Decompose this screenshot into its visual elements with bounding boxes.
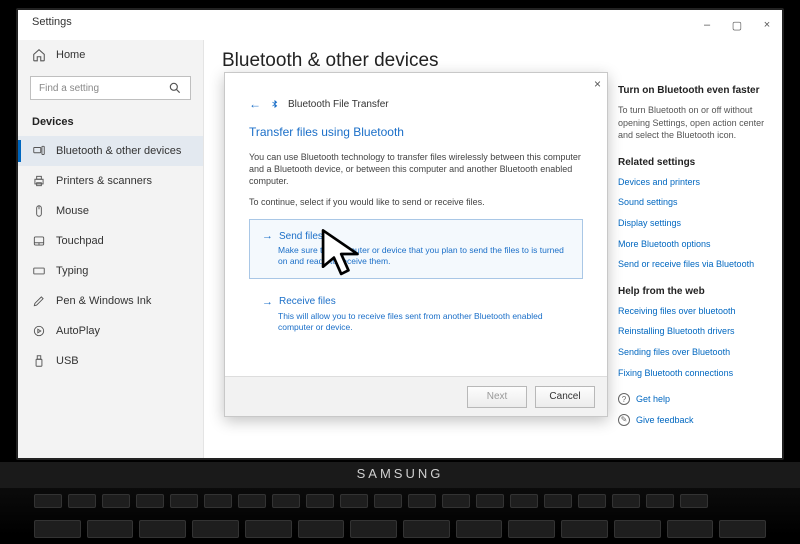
related-heading: Related settings bbox=[618, 156, 768, 170]
get-help-link[interactable]: ? Get help bbox=[618, 393, 768, 406]
dialog-close-button[interactable]: × bbox=[594, 77, 601, 91]
sidebar-item-printers[interactable]: Printers & scanners bbox=[18, 166, 203, 196]
sidebar-item-label: Typing bbox=[56, 265, 88, 277]
page-title: Bluetooth & other devices bbox=[222, 50, 782, 72]
link-send-receive-files[interactable]: Send or receive files via Bluetooth bbox=[618, 258, 768, 271]
sidebar-item-label: Printers & scanners bbox=[56, 175, 152, 187]
help-heading: Help from the web bbox=[618, 285, 768, 299]
sidebar-item-label: Pen & Windows Ink bbox=[56, 295, 151, 307]
sidebar-item-label: Mouse bbox=[56, 205, 89, 217]
printer-icon bbox=[32, 174, 46, 188]
devices-icon bbox=[32, 144, 46, 158]
dialog-heading: Transfer files using Bluetooth bbox=[249, 125, 583, 139]
right-pane: Turn on Bluetooth even faster To turn Bl… bbox=[618, 84, 768, 434]
link-sound-settings[interactable]: Sound settings bbox=[618, 196, 768, 209]
sidebar-item-pen[interactable]: Pen & Windows Ink bbox=[18, 286, 203, 316]
home-icon bbox=[32, 48, 46, 62]
tip-body: To turn Bluetooth on or off without open… bbox=[618, 104, 768, 142]
search-placeholder: Find a setting bbox=[39, 83, 99, 94]
keyboard-icon bbox=[32, 264, 46, 278]
help-link-send[interactable]: Sending files over Bluetooth bbox=[618, 346, 768, 359]
laptop-keyboard bbox=[0, 488, 800, 535]
dialog-wizard-name: Bluetooth File Transfer bbox=[288, 99, 389, 110]
link-display-settings[interactable]: Display settings bbox=[618, 217, 768, 230]
cursor-icon bbox=[314, 225, 372, 283]
mouse-icon bbox=[32, 204, 46, 218]
cancel-button[interactable]: Cancel bbox=[535, 386, 595, 408]
sidebar-item-bluetooth[interactable]: Bluetooth & other devices bbox=[18, 136, 203, 166]
sidebar-home-label: Home bbox=[56, 49, 85, 61]
arrow-right-icon: → bbox=[262, 230, 273, 242]
sidebar-item-mouse[interactable]: Mouse bbox=[18, 196, 203, 226]
option-description: This will allow you to receive files sen… bbox=[262, 311, 570, 333]
option-title: Receive files bbox=[279, 296, 336, 307]
sidebar-item-autoplay[interactable]: AutoPlay bbox=[18, 316, 203, 346]
dialog-instruction: To continue, select if you would like to… bbox=[249, 197, 583, 207]
usb-icon bbox=[32, 354, 46, 368]
question-icon: ? bbox=[618, 393, 630, 405]
pen-icon bbox=[32, 294, 46, 308]
sidebar-item-label: Touchpad bbox=[56, 235, 104, 247]
option-send-files[interactable]: → Send files Make sure the computer or d… bbox=[249, 219, 583, 278]
next-button[interactable]: Next bbox=[467, 386, 527, 408]
back-icon[interactable]: ← bbox=[249, 97, 261, 111]
give-feedback-link[interactable]: ✎ Give feedback bbox=[618, 414, 768, 427]
sidebar-item-label: Bluetooth & other devices bbox=[56, 145, 181, 157]
sidebar-nav: Bluetooth & other devices Printers & sca… bbox=[18, 136, 203, 376]
touchpad-icon bbox=[32, 234, 46, 248]
help-link-receive[interactable]: Receiving files over bluetooth bbox=[618, 305, 768, 318]
sidebar-item-label: USB bbox=[56, 355, 79, 367]
dialog-description: You can use Bluetooth technology to tran… bbox=[249, 151, 583, 187]
sidebar-home[interactable]: Home bbox=[18, 40, 203, 70]
bluetooth-icon bbox=[269, 99, 280, 110]
option-receive-files[interactable]: → Receive files This will allow you to r… bbox=[249, 285, 583, 344]
sidebar-item-typing[interactable]: Typing bbox=[18, 256, 203, 286]
get-help-label: Get help bbox=[636, 393, 670, 406]
sidebar-section-label: Devices bbox=[18, 110, 203, 136]
search-input[interactable]: Find a setting bbox=[30, 76, 191, 100]
feedback-icon: ✎ bbox=[618, 414, 630, 426]
autoplay-icon bbox=[32, 324, 46, 338]
tip-heading: Turn on Bluetooth even faster bbox=[618, 84, 768, 98]
give-feedback-label: Give feedback bbox=[636, 414, 694, 427]
window-title: Settings bbox=[32, 16, 72, 28]
bluetooth-file-transfer-dialog: × ← Bluetooth File Transfer Transfer fil… bbox=[224, 72, 608, 417]
help-link-fix[interactable]: Fixing Bluetooth connections bbox=[618, 367, 768, 380]
sidebar-item-usb[interactable]: USB bbox=[18, 346, 203, 376]
link-devices-printers[interactable]: Devices and printers bbox=[618, 176, 768, 189]
dialog-header: ← Bluetooth File Transfer bbox=[249, 97, 583, 111]
link-more-bluetooth[interactable]: More Bluetooth options bbox=[618, 238, 768, 251]
sidebar-item-touchpad[interactable]: Touchpad bbox=[18, 226, 203, 256]
search-icon bbox=[168, 81, 182, 95]
dialog-footer: Next Cancel bbox=[225, 376, 607, 416]
sidebar-item-label: AutoPlay bbox=[56, 325, 100, 337]
arrow-right-icon: → bbox=[262, 296, 273, 308]
laptop-brand: SAMSUNG bbox=[0, 462, 800, 488]
option-description: Make sure the computer or device that yo… bbox=[262, 245, 570, 267]
help-link-reinstall[interactable]: Reinstalling Bluetooth drivers bbox=[618, 325, 768, 338]
sidebar: Home Find a setting Devices Bluetooth & … bbox=[18, 10, 204, 458]
